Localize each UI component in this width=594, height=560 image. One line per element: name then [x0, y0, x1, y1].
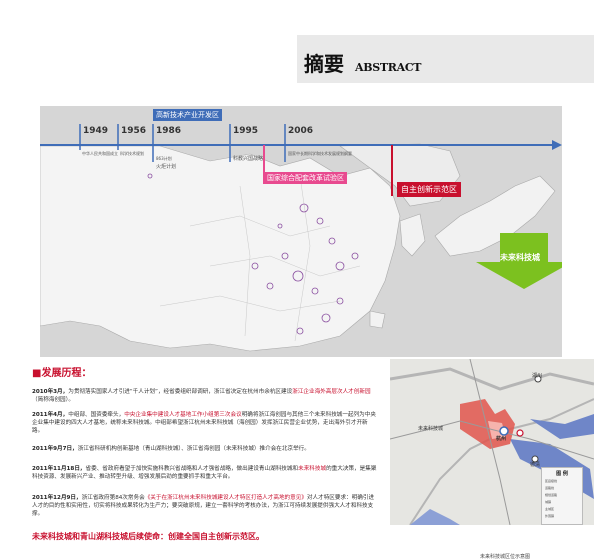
year-1956: 1956	[121, 126, 147, 136]
year-1986: 1986	[156, 126, 182, 136]
timeline-entry: 科教兴国战略	[233, 156, 264, 162]
reform-pilot-zone-label: 国家综合配套改革试验区	[264, 172, 347, 184]
legend-item: 外围镇	[545, 514, 555, 518]
legend-item: 区县级线	[545, 479, 558, 483]
legend-item: 主城区	[545, 507, 555, 511]
timeline-entry: 科学技术规划	[120, 151, 144, 156]
town-map-label: 湖州	[532, 373, 543, 379]
history-paragraph: 2011年11月18日，省委、省政府看望于加快实施科教兴省战略和人才强省战略，做…	[32, 466, 377, 480]
future-tech-city-arrow-label: 未来科技城	[500, 253, 540, 262]
year-1995: 1995	[233, 126, 259, 136]
page-subtitle: ABSTRACT	[355, 61, 422, 74]
page-title: 摘要	[304, 52, 344, 76]
future-tech-city-map-label: 未来科技城	[418, 426, 444, 432]
location-map: 未来科技城 杭州 德清 湖州 图 例 区县级线 道路线 规划道路 城镇 主城区 …	[390, 359, 594, 525]
timeline-entry: 中华人民共和国成立	[82, 151, 118, 156]
timeline-entry: 火炬计划	[156, 164, 177, 170]
china-map-timeline-panel: 高新技术产业开发区 1949 1956 1986 1995 2006 中华人民共…	[40, 106, 562, 357]
town-map-label: 德清	[530, 462, 541, 468]
legend-title: 图 例	[556, 471, 568, 477]
china-map-graphic	[40, 124, 562, 352]
year-2006: 2006	[288, 126, 314, 136]
timeline-entry: 863计划	[156, 156, 172, 161]
legend-item: 道路线	[545, 486, 555, 490]
history-paragraph: 2011年9月7日，浙江省科研机构创新基地（青山湖科技城）、浙江省海创园（未来科…	[32, 446, 310, 452]
legend-item: 规划道路	[545, 493, 558, 497]
map-legend: 图 例 区县级线 道路线 规划道路 城镇 主城区 外围镇	[541, 467, 583, 525]
year-1949: 1949	[83, 126, 109, 136]
legend-item: 城镇	[545, 500, 552, 504]
history-paragraph: 2010年3月，为贯彻落实国家人才引进“千人计划”，经省委组织部调研，浙江省决定…	[32, 389, 371, 403]
history-paragraph: 2011年12月9日，浙江省政府第84次常务会《关于在浙江杭州未来科技城建设人才…	[32, 495, 375, 517]
history-paragraph: 2011年4月，中组部、国资委牵头，中央企业集中建设人才基地工作小组第三次会议明…	[32, 412, 376, 434]
timeline-entry: 国家中长期科学和技术发展规划纲要	[288, 151, 352, 156]
hangzhou-map-label: 杭州	[496, 436, 507, 442]
history-heading: ■发展历程：	[32, 368, 92, 379]
high-tech-zone-label: 高新技术产业开发区	[153, 109, 222, 121]
mission-statement: 未来科技城和青山湖科技城后续使命：创建全国自主创新示范区。	[32, 532, 264, 541]
innovation-demo-zone-label: 自主创新示范区	[397, 182, 461, 197]
